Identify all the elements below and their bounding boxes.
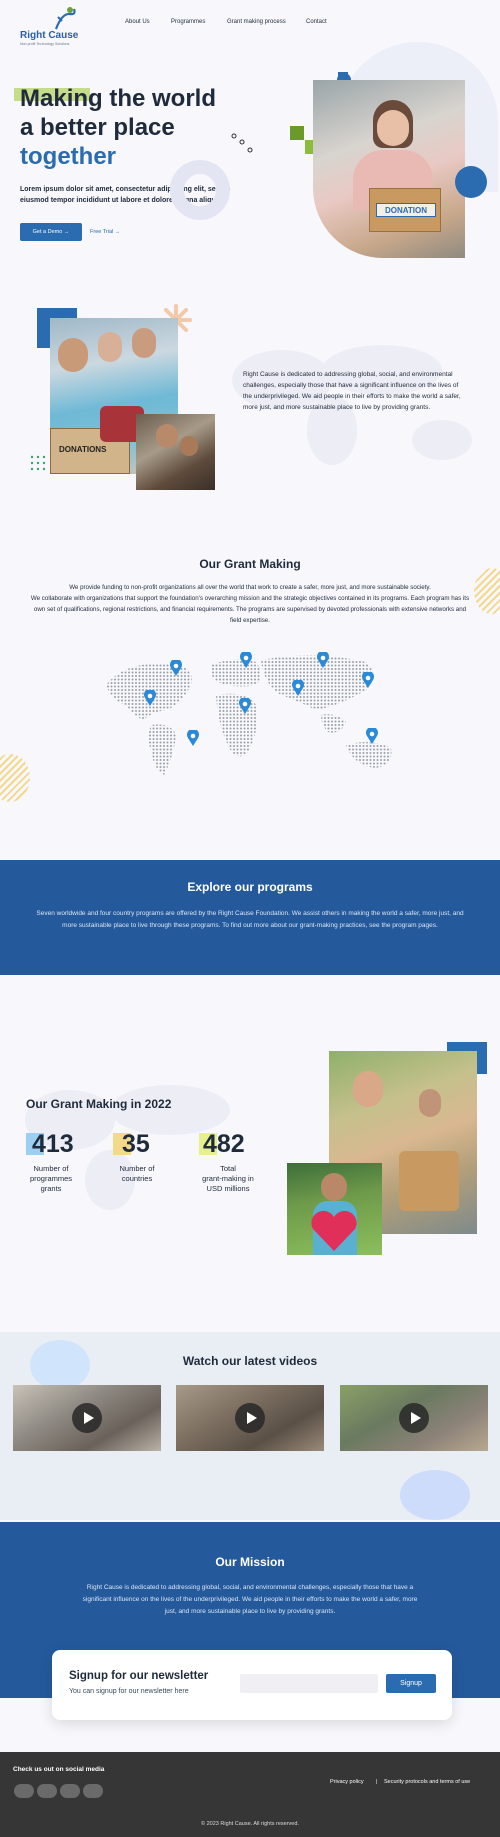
social-icon[interactable] (14, 1784, 34, 1798)
stats-photo-heart-volunteer (287, 1163, 382, 1255)
about-text: Right Cause is dedicated to addressing g… (243, 371, 461, 411)
nav-about-us[interactable]: About Us (125, 19, 150, 25)
play-icon[interactable] (399, 1403, 429, 1433)
newsletter-title: Signup for our newsletter (69, 1670, 209, 1682)
decorative-ring (170, 160, 230, 220)
get-demo-button[interactable]: Get a Demo → (20, 223, 82, 241)
stat-value-countries: 35 (122, 1130, 150, 1158)
map-pin-icon[interactable] (239, 696, 251, 719)
map-pin-icon[interactable] (144, 688, 156, 711)
explore-programs-title[interactable]: Explore our programs (0, 880, 500, 894)
donation-box-label: DONATION (376, 203, 436, 217)
video-thumbnail-3[interactable] (340, 1385, 488, 1451)
stats-title: Our Grant Making in 2022 (26, 1097, 172, 1111)
signup-button[interactable]: Signup (386, 1674, 436, 1693)
nav-grant-making-process[interactable]: Grant making process (227, 19, 286, 25)
hero-photo-face (377, 110, 409, 146)
stat-label-grant-making: Total grant-making in USD millions (190, 1164, 266, 1194)
volunteer-face-3 (132, 328, 156, 358)
blue-circle-decoration (455, 166, 487, 198)
hero-photo-volunteer: DONATION (313, 80, 465, 258)
nav-contact[interactable]: Contact (306, 19, 327, 25)
free-trial-link[interactable]: Free Trial → (90, 223, 120, 241)
video-thumbnail-2[interactable] (176, 1385, 324, 1451)
stat-value-programmes: 413 (32, 1130, 74, 1158)
food-bank-face-2 (419, 1089, 441, 1117)
map-pin-icon[interactable] (366, 726, 378, 749)
about-photo-children (136, 414, 215, 490)
map-pin-icon[interactable] (292, 678, 304, 701)
get-demo-label: Get a Demo (32, 229, 63, 235)
map-pin-icon[interactable] (170, 658, 182, 681)
about-box-label: DONATIONS (59, 445, 107, 454)
social-icon[interactable] (60, 1784, 80, 1798)
map-pin-icon[interactable] (187, 728, 199, 751)
play-icon[interactable] (235, 1403, 265, 1433)
food-bag (399, 1151, 459, 1211)
stat-label-programmes: Number of programmes grants (18, 1164, 84, 1194)
heart-icon (309, 1207, 359, 1253)
social-heading: Check us out on social media (13, 1766, 105, 1773)
green-dots-decoration-icon (30, 455, 50, 475)
yellow-hatched-circle-left (0, 754, 30, 802)
grant-making-para1: We provide funding to non-profit organiz… (69, 584, 431, 591)
security-terms-link[interactable]: Security protocols and terms of use (384, 1779, 470, 1785)
grant-making-description: We provide funding to non-profit organiz… (30, 582, 470, 626)
footer-separator: | (376, 1779, 378, 1785)
newsletter-email-input[interactable] (240, 1674, 378, 1693)
blue-blob-decoration (400, 1470, 470, 1520)
stat-label-grant-making-2: grant-making in (202, 1174, 254, 1183)
yellow-hatched-circle-right (474, 568, 500, 614)
stat-label-countries-1: Number of (119, 1164, 155, 1173)
hero-title-line1: Making the world (20, 85, 217, 112)
child-face-1 (156, 424, 178, 448)
hero-title-line2: a better place (20, 114, 175, 141)
hero-title: Making the world a better place together (20, 84, 250, 171)
nav-programmes[interactable]: Programmes (171, 19, 205, 25)
heart-volunteer-face (321, 1173, 347, 1201)
logo-tagline: Non-profit Technology Solutions (20, 42, 70, 46)
explore-programs-text: Seven worldwide and four country program… (36, 910, 464, 929)
map-pin-icon[interactable] (317, 650, 329, 673)
social-icon[interactable] (37, 1784, 57, 1798)
stat-label-programmes-3: grants (40, 1184, 62, 1193)
volunteer-face-1 (58, 338, 88, 372)
play-icon[interactable] (72, 1403, 102, 1433)
food-bank-face-1 (353, 1071, 383, 1107)
mission-text: Right Cause is dedicated to addressing g… (82, 1584, 418, 1615)
free-trial-label: Free Trial (90, 229, 114, 235)
logo-mark-icon (52, 5, 80, 31)
stat-value-grant-making: 482 (203, 1130, 245, 1158)
stat-label-programmes-2: programmes (29, 1174, 73, 1183)
newsletter-subtitle: You can signup for our newsletter here (69, 1688, 189, 1695)
map-pin-icon[interactable] (362, 670, 374, 693)
stat-label-countries-2: countries (121, 1174, 153, 1183)
dots-decoration-icon (230, 132, 254, 156)
copyright: © 2023 Right Cause. All rights reserved. (201, 1821, 299, 1827)
stat-label-countries: Number of countries (104, 1164, 170, 1184)
stat-label-grant-making-1: Total (220, 1164, 236, 1173)
child-face-2 (180, 436, 198, 456)
videos-title: Watch our latest videos (182, 1354, 318, 1368)
social-icon[interactable] (83, 1784, 103, 1798)
hero-donation-box: DONATION (369, 188, 441, 232)
map-pin-icon[interactable] (240, 650, 252, 673)
logo-name[interactable]: Right Cause (20, 30, 78, 41)
video-thumbnail-1[interactable] (13, 1385, 161, 1451)
stat-label-grant-making-3: USD millions (206, 1184, 250, 1193)
stat-label-programmes-1: Number of (33, 1164, 69, 1173)
volunteer-face-2 (98, 332, 122, 362)
mission-title: Our Mission (215, 1555, 285, 1569)
grant-making-title: Our Grant Making (199, 557, 301, 571)
privacy-policy-link[interactable]: Privacy policy (330, 1779, 364, 1785)
grant-making-para2: We collaborate with organizations that s… (30, 595, 470, 624)
